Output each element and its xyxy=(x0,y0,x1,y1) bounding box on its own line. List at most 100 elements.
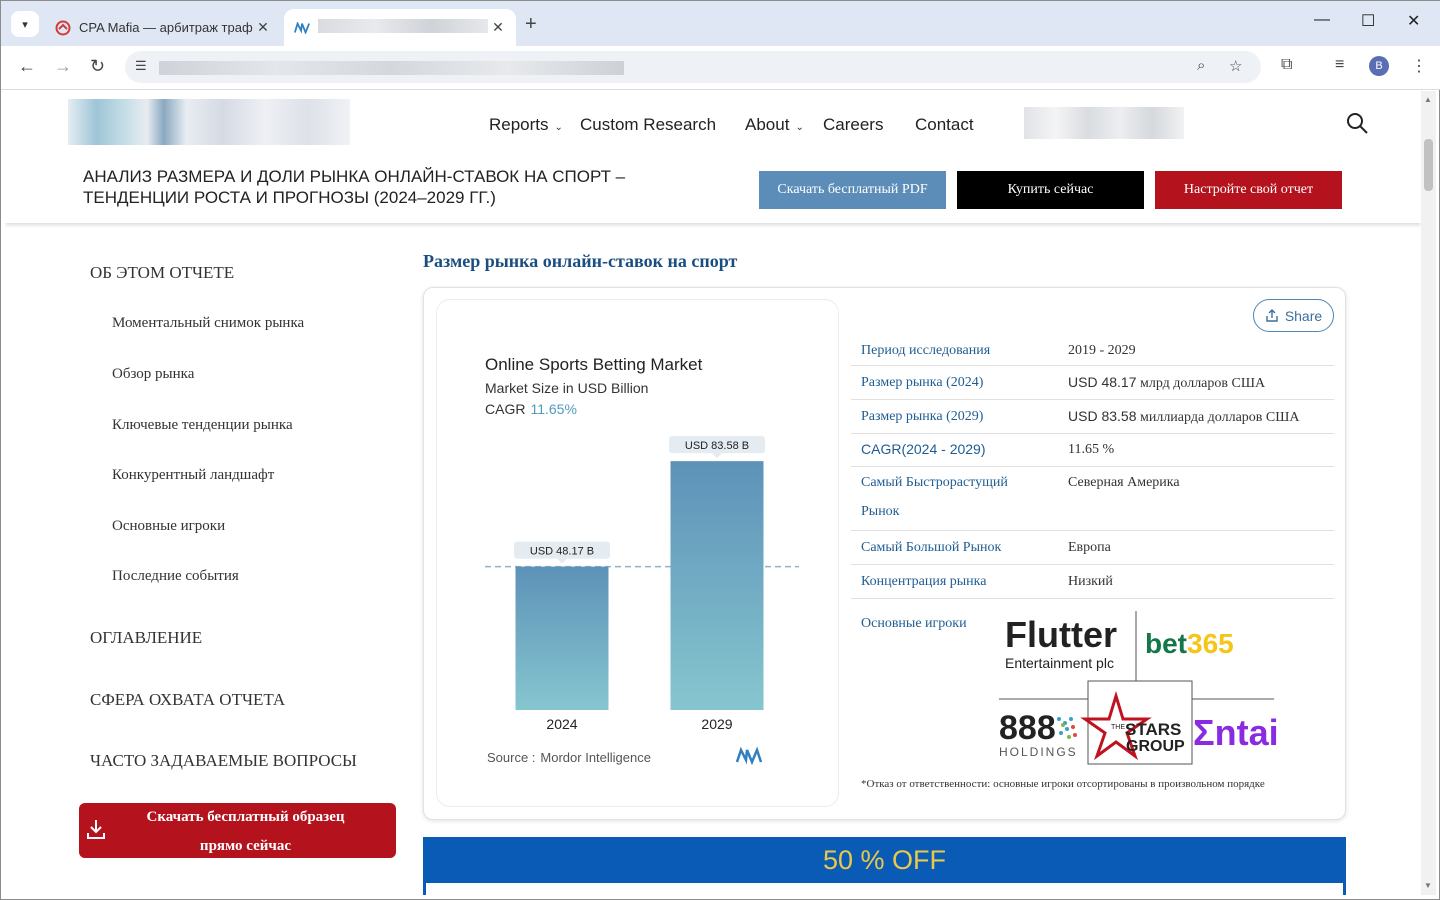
sidebar-toc-heading[interactable]: ОГЛАВЛЕНИЕ xyxy=(90,628,202,648)
info-row-fastest-growing: Самый Быстрорастущий Рынок Северная Амер… xyxy=(851,467,1334,531)
info-value: Европа xyxy=(1068,540,1111,555)
maximize-icon[interactable]: ☐ xyxy=(1361,11,1375,31)
sidebar-item-recent-developments[interactable]: Последние события xyxy=(112,568,239,585)
tab-bar: ▾ CPA Mafia — арбитраж трафи ✕ ✕ + — ☐ ✕ xyxy=(1,1,1440,46)
address-bar: ← → ↻ ☰ ⌕ ☆ ⧉ ≡ B ⋮ xyxy=(1,46,1440,90)
section-title: Размер рынка онлайн-ставок на спорт xyxy=(423,251,738,271)
chart-title: Online Sports Betting Market xyxy=(485,355,703,374)
tab-search-button[interactable]: ▾ xyxy=(11,11,39,37)
tab-cpa-mafia[interactable]: CPA Mafia — арбитраж трафи ✕ xyxy=(45,9,281,46)
flutter-logo-subtext: Entertainment plc xyxy=(1005,655,1114,671)
sidebar-item-market-snapshot[interactable]: Моментальный снимок рынка xyxy=(112,315,304,332)
info-key: Размер рынка (2024) xyxy=(861,375,984,390)
chart-cagr: CAGR 11.65% xyxy=(485,401,577,417)
info-row-concentration: Концентрация рынка Низкий xyxy=(851,565,1334,599)
tab-current[interactable]: ✕ xyxy=(284,9,516,46)
info-key: Самый Большой Рынок xyxy=(861,540,1002,555)
mordor-logo-icon xyxy=(735,746,763,766)
sidebar-about-heading[interactable]: ОБ ЭТОМ ОТЧЕТЕ xyxy=(90,263,234,283)
header-element-blurred[interactable] xyxy=(1024,107,1184,139)
close-window-icon[interactable]: ✕ xyxy=(1407,11,1420,31)
scroll-down-icon[interactable]: ▼ xyxy=(1424,881,1432,890)
share-icon xyxy=(1266,308,1278,322)
market-size-chart: Online Sports Betting Market Market Size… xyxy=(485,355,799,766)
url-field[interactable]: ☰ ⌕ ☆ xyxy=(125,51,1261,83)
site-info-icon[interactable]: ☰ xyxy=(135,58,147,74)
download-pdf-button[interactable]: Скачать бесплатный PDF xyxy=(759,171,946,209)
info-key: Период исследования xyxy=(861,343,991,358)
nav-label: Contact xyxy=(915,115,974,134)
zoom-icon[interactable]: ⌕ xyxy=(1197,57,1205,74)
chart-data-label-pointer-2024 xyxy=(557,558,567,564)
sidebar-item-major-players[interactable]: Основные игроки xyxy=(112,518,225,535)
nav-about[interactable]: About ⌄ xyxy=(745,115,804,135)
info-row-cagr: CAGR(2024 - 2029) 11.65 % xyxy=(851,434,1334,467)
scroll-up-icon[interactable]: ▲ xyxy=(1424,95,1432,104)
nav-label: About xyxy=(745,115,790,134)
stars-group-logo: THE STARS GROUP xyxy=(1080,690,1185,761)
chevron-down-icon: ⌄ xyxy=(554,122,563,133)
sidebar-faq-heading[interactable]: ЧАСТО ЗАДАВАЕМЫЕ ВОПРОСЫ xyxy=(90,751,357,771)
bet365-logo-bet: bet xyxy=(1145,628,1187,659)
chart-bar-2029 xyxy=(670,461,764,710)
buy-now-button[interactable]: Купить сейчас xyxy=(957,171,1144,209)
bookmark-star-icon[interactable]: ☆ xyxy=(1229,57,1242,75)
bet365-logo-text: bet365 xyxy=(1145,628,1234,659)
info-value-text: миллиарда долларов США xyxy=(1136,410,1300,425)
nav-label: Careers xyxy=(823,115,884,134)
reload-icon[interactable]: ↻ xyxy=(90,56,105,77)
customize-report-button[interactable]: Настройте свой отчет xyxy=(1155,171,1342,209)
browser-window: ▾ CPA Mafia — арбитраж трафи ✕ ✕ + — ☐ ✕… xyxy=(0,0,1440,900)
chart-source: Source : Mordor Intelligence xyxy=(487,750,651,765)
profile-avatar[interactable]: B xyxy=(1369,56,1389,76)
info-value: 2019 - 2029 xyxy=(1068,343,1136,358)
menu-kebab-icon[interactable]: ⋮ xyxy=(1411,56,1427,76)
download-icon xyxy=(87,820,105,839)
entain-logo-text: Σntain xyxy=(1193,712,1279,753)
nav-reports[interactable]: Reports ⌄ xyxy=(489,115,563,135)
bet365-logo: bet365 xyxy=(1145,628,1234,659)
info-key: CAGR(2024 - 2029) xyxy=(861,441,986,457)
url-text-blurred xyxy=(159,61,624,75)
site-logo-blurred[interactable] xyxy=(68,99,350,145)
sidebar-item-competitive-landscape[interactable]: Конкурентный ландшафт xyxy=(112,467,274,484)
info-row-market-size-2029: Размер рынка (2029) USD 83.58 миллиарда … xyxy=(851,400,1334,434)
sidebar-scope-heading[interactable]: СФЕРА ОХВАТА ОТЧЕТА xyxy=(90,690,285,710)
info-row-study-period: Период исследования 2019 - 2029 xyxy=(851,336,1334,366)
scrollbar-thumb[interactable] xyxy=(1424,139,1433,191)
flutter-logo-text: Flutter xyxy=(1005,614,1117,655)
nav-careers[interactable]: Careers xyxy=(823,115,883,135)
nav-custom-research[interactable]: Custom Research xyxy=(580,115,716,135)
download-sample-button[interactable]: Скачать бесплатный образец прямо сейчас xyxy=(79,803,396,858)
info-row-market-size-2024: Размер рынка (2024) USD 48.17 млрд долла… xyxy=(851,366,1334,400)
forward-icon[interactable]: → xyxy=(54,56,72,77)
share-button[interactable]: Share xyxy=(1253,299,1334,332)
stars-logo-group: GROUP xyxy=(1126,738,1185,755)
nav-contact[interactable]: Contact xyxy=(915,115,974,135)
media-control-icon[interactable]: ≡ xyxy=(1335,56,1344,74)
page-scrollbar[interactable]: ▲ ▼ xyxy=(1421,91,1436,895)
search-icon[interactable] xyxy=(1345,111,1369,141)
close-tab-icon[interactable]: ✕ xyxy=(488,19,508,36)
entain-logo: Σntain xyxy=(1193,712,1279,753)
sidebar-item-key-trends[interactable]: Ключевые тенденции рынка xyxy=(112,417,293,434)
chart-x-tick-2024: 2024 xyxy=(546,716,577,732)
extensions-icon[interactable]: ⧉ xyxy=(1281,56,1292,74)
chart-card: Online Sports Betting Market Market Size… xyxy=(436,299,839,807)
chart-data-label-pointer-2029 xyxy=(712,453,722,459)
close-tab-icon[interactable]: ✕ xyxy=(253,19,273,36)
888-holdings-logo: 888 HOLDINGS xyxy=(999,709,1077,759)
minimize-icon[interactable]: — xyxy=(1314,11,1330,29)
tab-title: CPA Mafia — арбитраж трафи xyxy=(79,20,253,35)
back-icon[interactable]: ← xyxy=(18,56,36,77)
discount-banner[interactable]: 50 % OFF xyxy=(423,837,1346,895)
sidebar-item-market-overview[interactable]: Обзор рынка xyxy=(112,366,194,383)
flutter-logo: Flutter Entertainment plc xyxy=(1005,614,1117,671)
new-tab-icon[interactable]: + xyxy=(525,13,537,36)
info-value-number: USD 83.58 xyxy=(1068,408,1137,424)
major-players-logos: Flutter Entertainment plc bet365 888 HOL… xyxy=(999,611,1279,765)
nav-label: Reports xyxy=(489,115,549,134)
web-page: Reports ⌄ Custom Research About ⌄ Careers … xyxy=(5,91,1421,895)
info-value: Северная Америка xyxy=(1068,475,1180,490)
discount-text: 50 % OFF xyxy=(822,845,947,875)
